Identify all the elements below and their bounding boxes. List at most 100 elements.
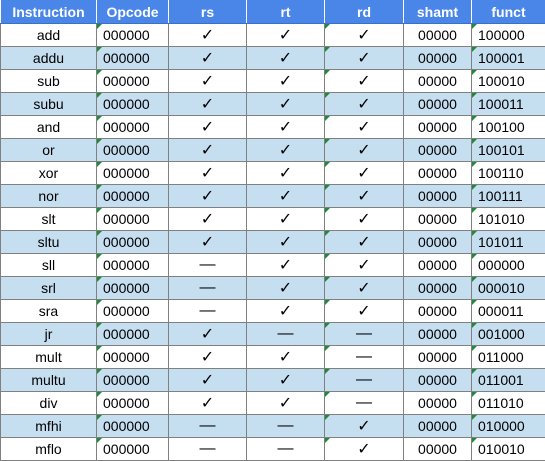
cell-rt-check-icon[interactable]: ✓ bbox=[247, 116, 325, 139]
cell-rs-check-icon[interactable]: ✓ bbox=[169, 392, 247, 415]
cell-rt-check-icon[interactable]: ✓ bbox=[247, 47, 325, 70]
cell-instruction[interactable]: or bbox=[1, 139, 97, 162]
cell-instruction[interactable]: mflo bbox=[1, 438, 97, 461]
cell-funct[interactable]: 010010 bbox=[472, 438, 545, 461]
cell-funct[interactable]: 011001 bbox=[472, 369, 545, 392]
cell-opcode[interactable]: 000000 bbox=[97, 415, 169, 438]
cell-rd-check-icon[interactable]: ✓ bbox=[325, 231, 404, 254]
cell-funct[interactable]: 011010 bbox=[472, 392, 545, 415]
cell-rt-check-icon[interactable]: ✓ bbox=[247, 254, 325, 277]
cell-funct[interactable]: 100011 bbox=[472, 93, 545, 116]
cell-instruction[interactable]: subu bbox=[1, 93, 97, 116]
cell-opcode[interactable]: 000000 bbox=[97, 139, 169, 162]
cell-rs-check-icon[interactable]: ✓ bbox=[169, 162, 247, 185]
cell-opcode[interactable]: 000000 bbox=[97, 47, 169, 70]
cell-shamt[interactable]: 00000 bbox=[404, 392, 472, 415]
cell-shamt[interactable]: 00000 bbox=[404, 47, 472, 70]
cell-instruction[interactable]: jr bbox=[1, 323, 97, 346]
cell-rd-dash-icon[interactable]: — bbox=[325, 323, 404, 346]
cell-shamt[interactable]: 00000 bbox=[404, 139, 472, 162]
cell-rs-check-icon[interactable]: ✓ bbox=[169, 323, 247, 346]
cell-shamt[interactable]: 00000 bbox=[404, 415, 472, 438]
cell-rd-check-icon[interactable]: ✓ bbox=[325, 277, 404, 300]
cell-funct[interactable]: 100100 bbox=[472, 116, 545, 139]
cell-funct[interactable]: 100000 bbox=[472, 24, 545, 47]
cell-opcode[interactable]: 000000 bbox=[97, 254, 169, 277]
cell-shamt[interactable]: 00000 bbox=[404, 24, 472, 47]
cell-rs-dash-icon[interactable]: — bbox=[169, 300, 247, 323]
cell-rs-check-icon[interactable]: ✓ bbox=[169, 47, 247, 70]
cell-rd-check-icon[interactable]: ✓ bbox=[325, 70, 404, 93]
cell-funct[interactable]: 001000 bbox=[472, 323, 545, 346]
col-header-instruction[interactable]: Instruction bbox=[1, 0, 97, 24]
cell-opcode[interactable]: 000000 bbox=[97, 208, 169, 231]
cell-instruction[interactable]: multu bbox=[1, 369, 97, 392]
cell-opcode[interactable]: 000000 bbox=[97, 116, 169, 139]
cell-funct[interactable]: 100001 bbox=[472, 47, 545, 70]
cell-instruction[interactable]: add bbox=[1, 24, 97, 47]
cell-rt-check-icon[interactable]: ✓ bbox=[247, 162, 325, 185]
cell-funct[interactable]: 100110 bbox=[472, 162, 545, 185]
col-header-rd[interactable]: rd bbox=[325, 0, 404, 24]
cell-opcode[interactable]: 000000 bbox=[97, 369, 169, 392]
cell-opcode[interactable]: 000000 bbox=[97, 346, 169, 369]
cell-rd-dash-icon[interactable]: — bbox=[325, 346, 404, 369]
cell-rd-check-icon[interactable]: ✓ bbox=[325, 116, 404, 139]
cell-rd-check-icon[interactable]: ✓ bbox=[325, 93, 404, 116]
cell-opcode[interactable]: 000000 bbox=[97, 392, 169, 415]
cell-rt-dash-icon[interactable]: — bbox=[247, 323, 325, 346]
col-header-rs[interactable]: rs bbox=[169, 0, 247, 24]
cell-funct[interactable]: 100101 bbox=[472, 139, 545, 162]
cell-rs-check-icon[interactable]: ✓ bbox=[169, 231, 247, 254]
cell-instruction[interactable]: srl bbox=[1, 277, 97, 300]
cell-rd-check-icon[interactable]: ✓ bbox=[325, 208, 404, 231]
cell-opcode[interactable]: 000000 bbox=[97, 70, 169, 93]
cell-opcode[interactable]: 000000 bbox=[97, 24, 169, 47]
cell-funct[interactable]: 100010 bbox=[472, 70, 545, 93]
cell-rs-check-icon[interactable]: ✓ bbox=[169, 24, 247, 47]
cell-rs-check-icon[interactable]: ✓ bbox=[169, 70, 247, 93]
cell-rt-check-icon[interactable]: ✓ bbox=[247, 346, 325, 369]
cell-instruction[interactable]: mfhi bbox=[1, 415, 97, 438]
cell-rd-check-icon[interactable]: ✓ bbox=[325, 139, 404, 162]
cell-shamt[interactable]: 00000 bbox=[404, 70, 472, 93]
cell-rs-check-icon[interactable]: ✓ bbox=[169, 139, 247, 162]
cell-rt-check-icon[interactable]: ✓ bbox=[247, 93, 325, 116]
cell-shamt[interactable]: 00000 bbox=[404, 231, 472, 254]
cell-rd-check-icon[interactable]: ✓ bbox=[325, 24, 404, 47]
cell-rt-check-icon[interactable]: ✓ bbox=[247, 70, 325, 93]
cell-opcode[interactable]: 000000 bbox=[97, 162, 169, 185]
cell-rs-check-icon[interactable]: ✓ bbox=[169, 208, 247, 231]
cell-instruction[interactable]: nor bbox=[1, 185, 97, 208]
cell-rt-dash-icon[interactable]: — bbox=[247, 415, 325, 438]
cell-shamt[interactable]: 00000 bbox=[404, 346, 472, 369]
col-header-rt[interactable]: rt bbox=[247, 0, 325, 24]
cell-funct[interactable]: 000011 bbox=[472, 300, 545, 323]
cell-rt-check-icon[interactable]: ✓ bbox=[247, 185, 325, 208]
cell-instruction[interactable]: mult bbox=[1, 346, 97, 369]
cell-rt-dash-icon[interactable]: — bbox=[247, 438, 325, 461]
cell-instruction[interactable]: xor bbox=[1, 162, 97, 185]
cell-rs-dash-icon[interactable]: — bbox=[169, 438, 247, 461]
cell-opcode[interactable]: 000000 bbox=[97, 323, 169, 346]
cell-funct[interactable]: 100111 bbox=[472, 185, 545, 208]
cell-instruction[interactable]: sra bbox=[1, 300, 97, 323]
cell-funct[interactable]: 101010 bbox=[472, 208, 545, 231]
cell-rs-dash-icon[interactable]: — bbox=[169, 415, 247, 438]
cell-rs-dash-icon[interactable]: — bbox=[169, 277, 247, 300]
cell-shamt[interactable]: 00000 bbox=[404, 208, 472, 231]
cell-rd-dash-icon[interactable]: — bbox=[325, 369, 404, 392]
cell-funct[interactable]: 000000 bbox=[472, 254, 545, 277]
cell-shamt[interactable]: 00000 bbox=[404, 254, 472, 277]
cell-opcode[interactable]: 000000 bbox=[97, 300, 169, 323]
cell-rt-check-icon[interactable]: ✓ bbox=[247, 392, 325, 415]
cell-shamt[interactable]: 00000 bbox=[404, 185, 472, 208]
cell-rt-check-icon[interactable]: ✓ bbox=[247, 208, 325, 231]
cell-rs-check-icon[interactable]: ✓ bbox=[169, 185, 247, 208]
cell-shamt[interactable]: 00000 bbox=[404, 323, 472, 346]
cell-rd-check-icon[interactable]: ✓ bbox=[325, 185, 404, 208]
cell-rd-dash-icon[interactable]: — bbox=[325, 392, 404, 415]
col-header-funct[interactable]: funct bbox=[472, 0, 545, 24]
cell-rs-check-icon[interactable]: ✓ bbox=[169, 116, 247, 139]
cell-funct[interactable]: 101011 bbox=[472, 231, 545, 254]
